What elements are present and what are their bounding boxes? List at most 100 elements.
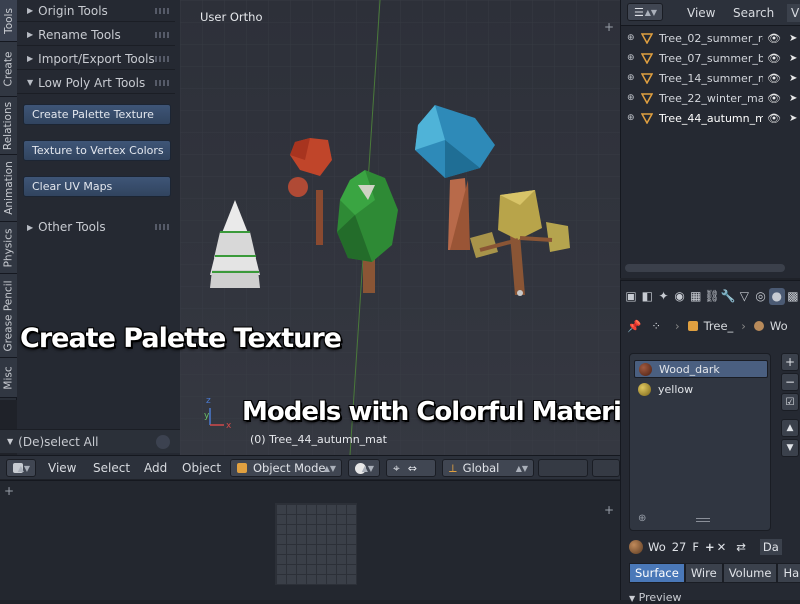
add-region-icon[interactable]: + xyxy=(604,20,614,34)
material-name-field[interactable]: Wo xyxy=(648,540,666,554)
shading-select[interactable]: ▲▼ xyxy=(348,459,380,477)
outliner-display-select[interactable]: ☰ ▲▼ xyxy=(627,3,663,21)
eye-icon[interactable]: 👁 xyxy=(767,112,781,125)
panel-rename-tools[interactable]: ▶ Rename Tools xyxy=(17,24,175,46)
material-browse-icon[interactable] xyxy=(629,540,643,554)
expand-plus-icon[interactable]: ⊕ xyxy=(627,113,641,123)
outliner-menu-view[interactable]: View xyxy=(687,6,715,20)
outliner-scrollbar[interactable] xyxy=(625,264,785,272)
menu-object[interactable]: Object xyxy=(182,461,221,475)
tab-animation[interactable]: Animation xyxy=(0,155,17,222)
link-data-select[interactable]: Da xyxy=(759,539,782,555)
outliner-row[interactable]: ⊕ Tree_02_summer_re 👁 ➤ xyxy=(621,28,800,48)
layers-grid[interactable] xyxy=(538,459,588,477)
type-halo[interactable]: Halo xyxy=(777,563,800,583)
move-up-button[interactable]: ▲ xyxy=(781,419,799,437)
eye-icon[interactable]: 👁 xyxy=(767,32,781,45)
tab-physics[interactable]: Physics xyxy=(0,222,17,274)
outliner-row[interactable]: ⊕ Tree_07_summer_bl 👁 ➤ xyxy=(621,48,800,68)
texture-icon[interactable]: ▩ xyxy=(785,288,800,305)
layers-grid-2[interactable] xyxy=(592,459,620,477)
pivot-select[interactable]: ⌖ ⇔ xyxy=(386,459,436,477)
world-icon[interactable]: ◉ xyxy=(672,288,688,305)
scene-icon[interactable]: ✦ xyxy=(655,288,671,305)
circle-icon[interactable] xyxy=(156,435,170,449)
user-count[interactable]: 27 xyxy=(672,540,687,554)
collapse-arrow-icon: ▼ xyxy=(629,594,636,603)
outliner-row[interactable]: ⊕ Tree_44_autumn_ma 👁 ➤ xyxy=(621,108,800,128)
arrow-pointer-icon[interactable]: ➤ xyxy=(789,93,797,104)
material-tab-active-icon[interactable]: ● xyxy=(768,287,785,305)
create-palette-texture-button[interactable]: Create Palette Texture xyxy=(23,104,171,125)
type-wire[interactable]: Wire xyxy=(684,563,723,583)
arrow-pointer-icon[interactable]: ➤ xyxy=(789,113,797,124)
preview-panel-header[interactable]: ▼ Preview xyxy=(629,591,681,604)
tab-grease-pencil[interactable]: Grease Pencil xyxy=(0,274,17,358)
drag-grip-icon[interactable] xyxy=(155,56,169,62)
expand-plus-icon[interactable]: ⊕ xyxy=(627,93,641,103)
drag-grip-icon[interactable] xyxy=(155,8,169,14)
add-region-icon[interactable]: + xyxy=(604,503,614,517)
menu-select[interactable]: Select xyxy=(93,461,130,475)
expand-plus-icon[interactable]: ⊕ xyxy=(627,33,641,43)
menu-add[interactable]: Add xyxy=(144,461,167,475)
resize-grip-icon[interactable] xyxy=(696,518,710,522)
scene-objects-icon: ⁘ xyxy=(651,319,661,333)
tab-relations[interactable]: Relations xyxy=(0,97,17,155)
material-slot-list[interactable]: Wood_dark yellow ⊕ xyxy=(629,353,771,531)
expand-plus-icon[interactable]: ⊕ xyxy=(627,53,641,63)
orientation-select[interactable]: ⟂ Global ▲▼ xyxy=(442,459,534,477)
mode-select[interactable]: Object Mode ▲▼ xyxy=(230,459,342,477)
data-icon[interactable]: ▽ xyxy=(736,288,752,305)
link-toggle-icon[interactable]: ⇄ xyxy=(736,540,746,554)
add-slot-button[interactable]: + xyxy=(781,353,799,371)
pin-icon[interactable]: 📌 xyxy=(627,319,641,333)
editor-type-select[interactable]: ▲▼ xyxy=(6,459,36,477)
eye-icon[interactable]: 👁 xyxy=(767,52,781,65)
add-icon[interactable]: ⊕ xyxy=(638,513,646,524)
panel-low-poly-art-tools[interactable]: ▼ Low Poly Art Tools xyxy=(17,72,175,94)
material-slot-yellow[interactable]: yellow xyxy=(634,380,768,398)
outliner-menu-visible[interactable]: Visib xyxy=(787,3,800,22)
outliner-row[interactable]: ⊕ Tree_22_winter_mat 👁 ➤ xyxy=(621,88,800,108)
eye-icon[interactable]: 👁 xyxy=(767,92,781,105)
image-editor[interactable]: + + xyxy=(0,480,620,600)
arrow-pointer-icon[interactable]: ➤ xyxy=(789,73,797,84)
expand-plus-icon[interactable]: ⊕ xyxy=(627,73,641,83)
add-region-icon[interactable]: + xyxy=(4,484,14,498)
constraints-icon[interactable]: ⛓ xyxy=(704,288,720,305)
menu-view[interactable]: View xyxy=(48,461,76,475)
modifiers-icon[interactable]: 🔧 xyxy=(720,288,736,305)
clear-uv-maps-button[interactable]: Clear UV Maps xyxy=(23,176,171,197)
arrow-pointer-icon[interactable]: ➤ xyxy=(789,33,797,44)
texture-to-vertex-colors-button[interactable]: Texture to Vertex Colors xyxy=(23,140,171,161)
tab-misc[interactable]: Misc xyxy=(0,358,17,398)
3d-viewport[interactable]: z y x User Ortho + (0) Tree_44_autumn_ma… xyxy=(180,0,620,455)
tab-create[interactable]: Create xyxy=(0,42,17,97)
panel-origin-tools[interactable]: ▶ Origin Tools xyxy=(17,0,175,22)
drag-grip-icon[interactable] xyxy=(155,80,169,86)
drag-grip-icon[interactable] xyxy=(155,32,169,38)
material-icon[interactable]: ◎ xyxy=(753,288,769,305)
fake-user-toggle[interactable]: F xyxy=(692,540,699,554)
outliner-row[interactable]: ⊕ Tree_14_summer_m 👁 ➤ xyxy=(621,68,800,88)
tab-tools[interactable]: Tools xyxy=(0,0,17,42)
arrow-pointer-icon[interactable]: ➤ xyxy=(789,53,797,64)
deselect-all-panel[interactable]: ▼ (De)select All xyxy=(0,429,180,453)
object-icon[interactable]: ▦ xyxy=(688,288,704,305)
remove-slot-button[interactable]: − xyxy=(781,373,799,391)
slot-specials-button[interactable]: ☑ xyxy=(781,393,799,411)
type-volume[interactable]: Volume xyxy=(722,563,778,583)
render-layers-icon[interactable]: ◧ xyxy=(639,288,655,305)
drag-grip-icon[interactable] xyxy=(155,224,169,230)
new-material-icon[interactable]: + xyxy=(705,540,715,554)
move-down-button[interactable]: ▼ xyxy=(781,439,799,457)
panel-other-tools[interactable]: ▶ Other Tools xyxy=(17,216,175,238)
material-slot-wood-dark[interactable]: Wood_dark xyxy=(634,360,768,378)
panel-import-export-tools[interactable]: ▶ Import/Export Tools xyxy=(17,48,175,70)
eye-icon[interactable]: 👁 xyxy=(767,72,781,85)
render-icon[interactable]: ▣ xyxy=(623,288,639,305)
type-surface[interactable]: Surface xyxy=(629,563,685,583)
outliner-menu-search[interactable]: Search xyxy=(733,6,774,20)
unlink-icon[interactable]: ✕ xyxy=(717,540,727,554)
